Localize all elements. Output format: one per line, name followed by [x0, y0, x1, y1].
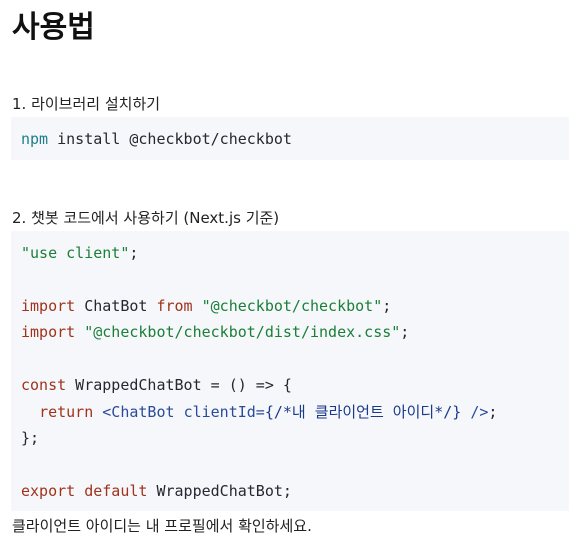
const-declaration: WrappedChatBot = () => { [66, 376, 292, 394]
code-line-close-brace: }; [21, 428, 39, 448]
import-path-string: "@checkbot/checkbot" [201, 297, 383, 315]
semicolon: ; [488, 403, 498, 421]
code-line-const: const WrappedChatBot = () => { [21, 375, 292, 395]
page-title: 사용법 [12, 10, 95, 45]
step-1-label: 1. 라이브러리 설치하기 [12, 95, 161, 113]
npm-keyword: npm [21, 130, 49, 148]
semicolon: ; [382, 297, 392, 315]
from-keyword: from [156, 297, 193, 315]
footer-note: 클라이언트 아이디는 내 프로필에서 확인하세요. [12, 517, 312, 535]
semicolon: ; [129, 244, 139, 262]
css-path-string: "@checkbot/checkbot/dist/index.css" [84, 323, 401, 341]
install-args: install @checkbot/checkbot [48, 130, 292, 148]
return-keyword: return [39, 403, 94, 421]
code-line-import-css: import "@checkbot/checkbot/dist/index.cs… [21, 322, 409, 342]
import-keyword: import [21, 323, 76, 341]
code-line-export: export default WrappedChatBot; [21, 481, 292, 501]
semicolon: ; [400, 323, 410, 341]
install-command: npm install @checkbot/checkbot [21, 129, 292, 149]
const-keyword: const [21, 376, 67, 394]
import-identifier: ChatBot [75, 297, 157, 315]
usage-code-block: "use client"; import ChatBot from "@chec… [11, 231, 569, 511]
export-default-keyword: export default [21, 482, 148, 500]
tag-close: /> [461, 403, 489, 421]
step-2-label: 2. 챗봇 코드에서 사용하기 (Next.js 기준) [12, 209, 280, 227]
code-line-return: return <ChatBot clientId={/*내 클라이언트 아이디*… [21, 402, 497, 422]
clientid-comment: {/*내 클라이언트 아이디*/} [264, 403, 462, 421]
clientid-attribute: clientId= [183, 403, 265, 421]
code-line-use-client: "use client"; [21, 243, 138, 263]
closing-brace: }; [21, 429, 40, 447]
export-identifier: WrappedChatBot; [147, 482, 292, 500]
install-code-block: npm install @checkbot/checkbot [11, 117, 569, 160]
code-line-import-chatbot: import ChatBot from "@checkbot/checkbot"… [21, 296, 391, 316]
import-keyword: import [21, 297, 76, 315]
use-client-string: "use client" [21, 244, 130, 262]
chatbot-tag: <ChatBot [102, 403, 175, 421]
